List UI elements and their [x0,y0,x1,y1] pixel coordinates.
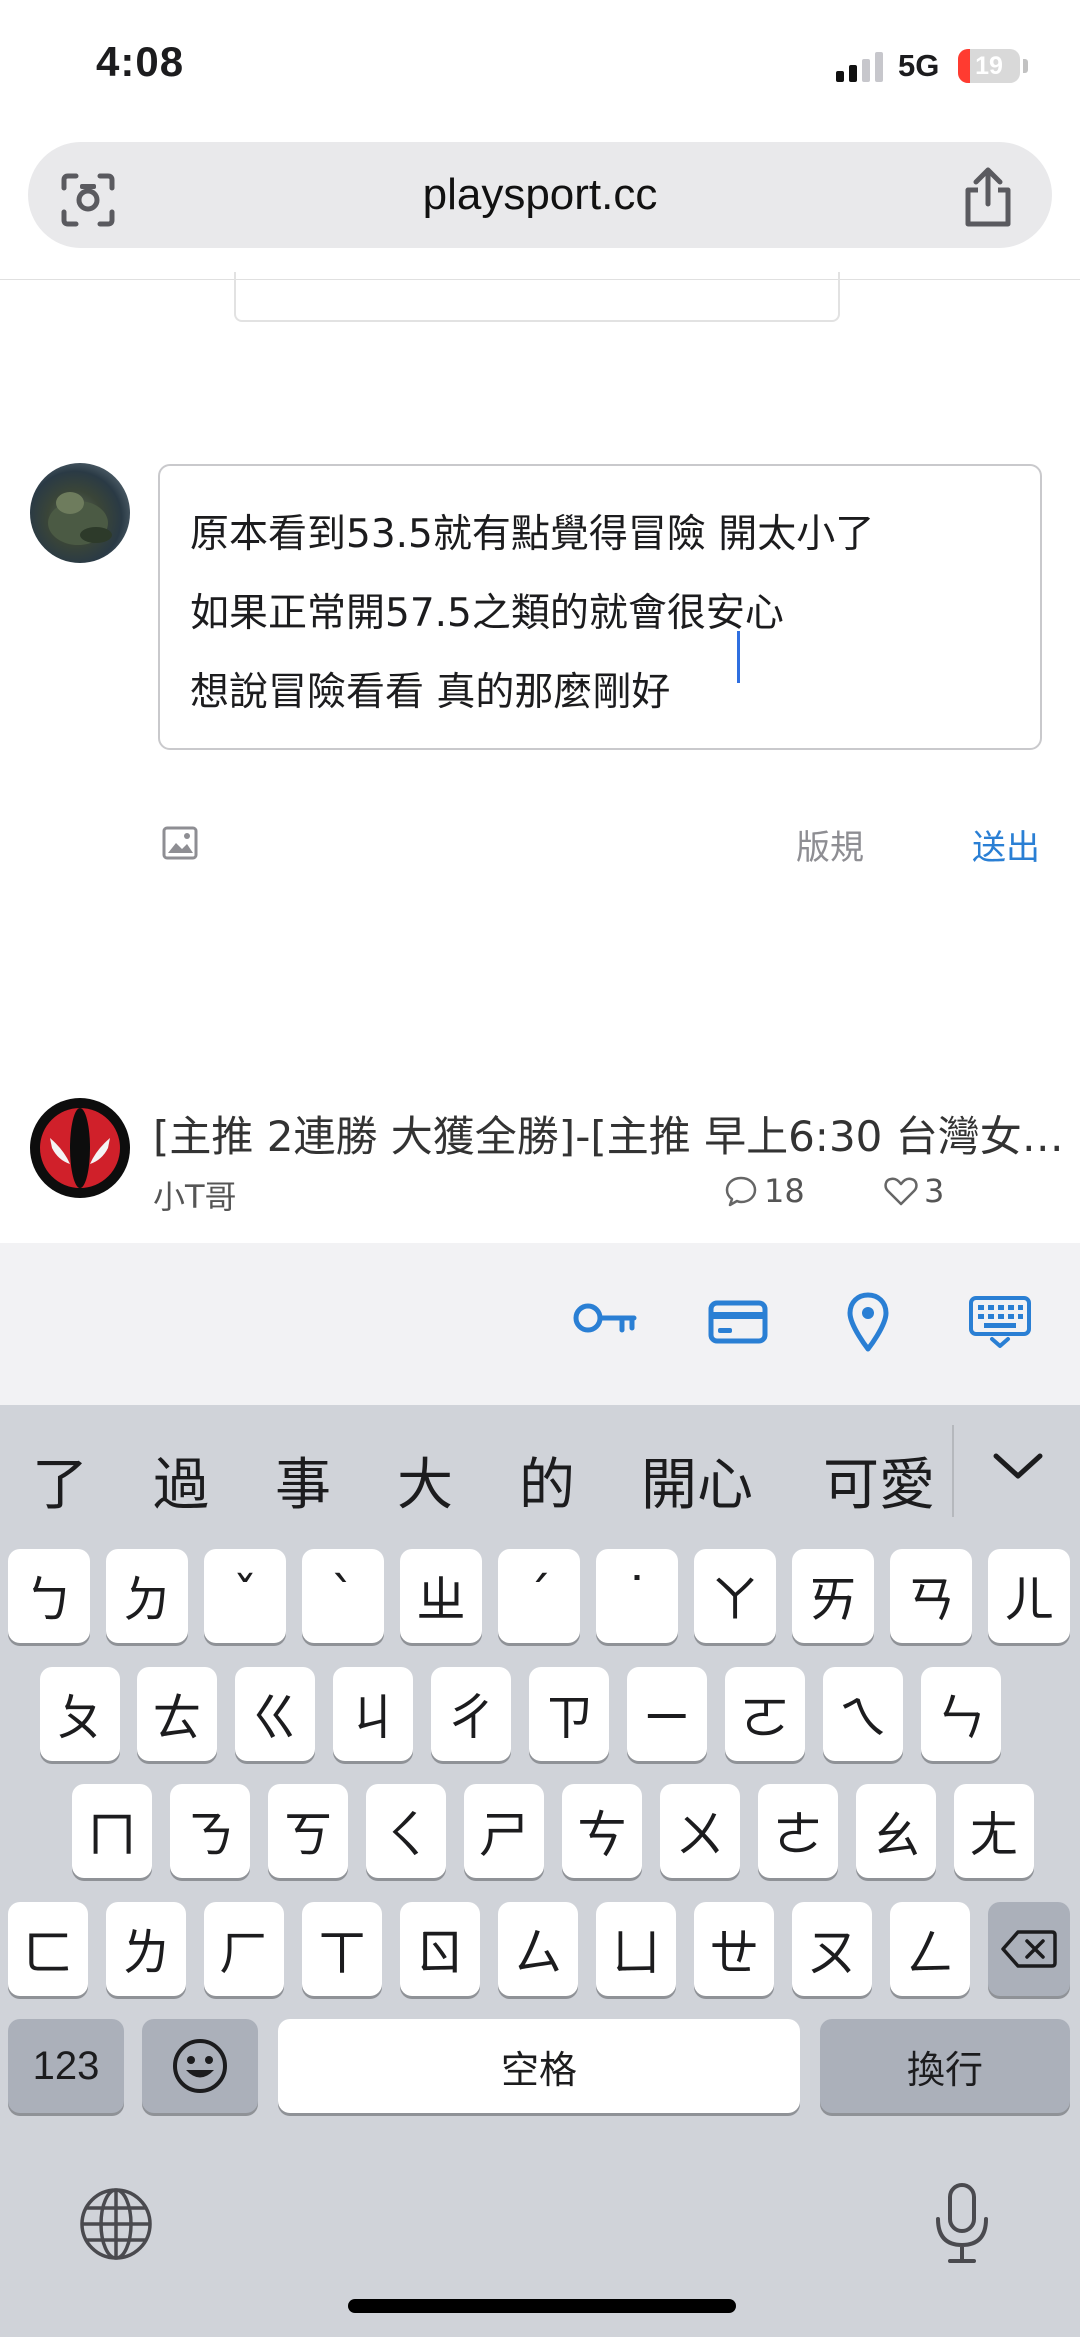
candidate-word[interactable]: 大 [397,1440,453,1521]
heart-icon[interactable] [884,1176,918,1206]
key[interactable]: ㄐ [333,1667,413,1761]
key[interactable]: ㄢ [890,1549,972,1643]
battery-level: 19 [975,52,1003,80]
key[interactable]: ㄩ [596,1902,676,1996]
key[interactable]: ㄅ [8,1549,90,1643]
rules-link[interactable]: 版規 [796,820,864,869]
key[interactable]: ㄊ [137,1667,217,1761]
candidate-divider [952,1425,954,1517]
key[interactable]: ㄌ [106,1902,186,1996]
key[interactable]: ㄒ [302,1902,382,1996]
candidate-word[interactable]: 事 [275,1440,331,1521]
candidate-word[interactable]: 的 [519,1440,575,1521]
key[interactable]: ㄖ [400,1902,480,1996]
network-type: 5G [898,48,940,83]
cellular-signal-icon [836,52,883,82]
location-pin-icon[interactable] [846,1292,890,1352]
key[interactable]: ˊ [498,1549,580,1643]
key[interactable]: ㄤ [954,1784,1034,1878]
key[interactable]: ˋ [302,1549,384,1643]
numbers-key[interactable]: 123 [8,2019,124,2113]
key[interactable]: ㄜ [758,1784,838,1878]
space-key[interactable]: 空格 [278,2019,800,2113]
battery-cap [1023,59,1028,73]
emoji-key[interactable] [142,2019,258,2113]
key[interactable]: ㄈ [8,1902,88,1996]
keyboard-dismiss-icon[interactable] [968,1295,1032,1349]
text-cursor [737,631,740,683]
key[interactable]: ㄠ [856,1784,936,1878]
key[interactable]: ㄣ [921,1667,1001,1761]
comment-text-line-1: 原本看到53.5就有點覺得冒險 開太小了 [190,512,875,557]
key[interactable]: ㄓ [400,1549,482,1643]
key[interactable]: ㄚ [694,1549,776,1643]
previous-card-fragment [234,272,840,322]
key[interactable]: ㄥ [890,1902,970,1996]
key[interactable]: ㄦ [988,1549,1070,1643]
autofill-bar [0,1243,1080,1405]
delete-key[interactable] [988,1902,1070,1996]
microphone-icon[interactable] [932,2181,992,2267]
backspace-icon [1001,1930,1057,1968]
battery-icon: 19 [958,49,1020,83]
insert-image-icon[interactable] [162,826,198,860]
key[interactable]: ㄛ [725,1667,805,1761]
post-author[interactable]: 小T哥 [153,1172,237,1218]
key[interactable]: ㄡ [792,1902,872,1996]
password-key-icon[interactable] [572,1298,638,1338]
send-button[interactable]: 送出 [972,820,1040,869]
globe-icon[interactable] [78,2186,154,2262]
key[interactable]: ㄉ [106,1549,188,1643]
credit-card-icon[interactable] [708,1300,768,1344]
post-author-avatar[interactable] [30,1098,130,1198]
home-indicator[interactable] [348,2299,736,2313]
key[interactable]: ㄟ [823,1667,903,1761]
key[interactable]: ㄗ [529,1667,609,1761]
key[interactable]: ㄝ [694,1902,774,1996]
share-icon[interactable] [960,164,1016,230]
key[interactable]: ㄋ [170,1784,250,1878]
key[interactable]: ㄑ [366,1784,446,1878]
user-avatar [30,463,130,563]
key[interactable]: ㄆ [40,1667,120,1761]
key[interactable]: ㄏ [204,1902,284,1996]
key[interactable]: ㄍ [235,1667,315,1761]
candidate-word[interactable]: 可愛 [823,1440,935,1521]
chevron-down-icon[interactable] [990,1450,1046,1482]
key[interactable]: ㄙ [498,1902,578,1996]
key[interactable]: ㄕ [464,1784,544,1878]
visual-lookup-icon[interactable] [58,170,118,230]
key[interactable]: ㄧ [627,1667,707,1761]
key[interactable]: ㄔ [431,1667,511,1761]
comments-count: 18 [764,1172,805,1210]
comment-text-line-2: 如果正常開57.5之類的就會很安心 [190,591,784,636]
return-key[interactable]: 換行 [820,2019,1070,2113]
key[interactable]: ㄞ [792,1549,874,1643]
key[interactable]: ˇ [204,1549,286,1643]
key[interactable]: ㄎ [268,1784,348,1878]
comment-icon [725,1176,757,1207]
key[interactable]: ㄘ [562,1784,642,1878]
key[interactable]: ㄨ [660,1784,740,1878]
url-text[interactable]: playsport.cc [28,142,1052,248]
candidate-word[interactable]: 過 [153,1440,209,1521]
comment-text-line-3: 想說冒險看看 真的那麼剛好 [190,670,671,715]
key[interactable]: ˙ [596,1549,678,1643]
status-time: 4:08 [96,38,185,85]
likes-count: 3 [924,1172,945,1210]
candidate-word[interactable]: 開心 [641,1440,753,1521]
emoji-icon [173,2039,227,2093]
key[interactable]: ㄇ [72,1784,152,1878]
candidate-word[interactable]: 了 [32,1440,88,1521]
post-title[interactable]: [主推 2連勝 大獲全勝]-[主推 早上6:30 台灣女排-賽後分析] [153,1103,1065,1164]
